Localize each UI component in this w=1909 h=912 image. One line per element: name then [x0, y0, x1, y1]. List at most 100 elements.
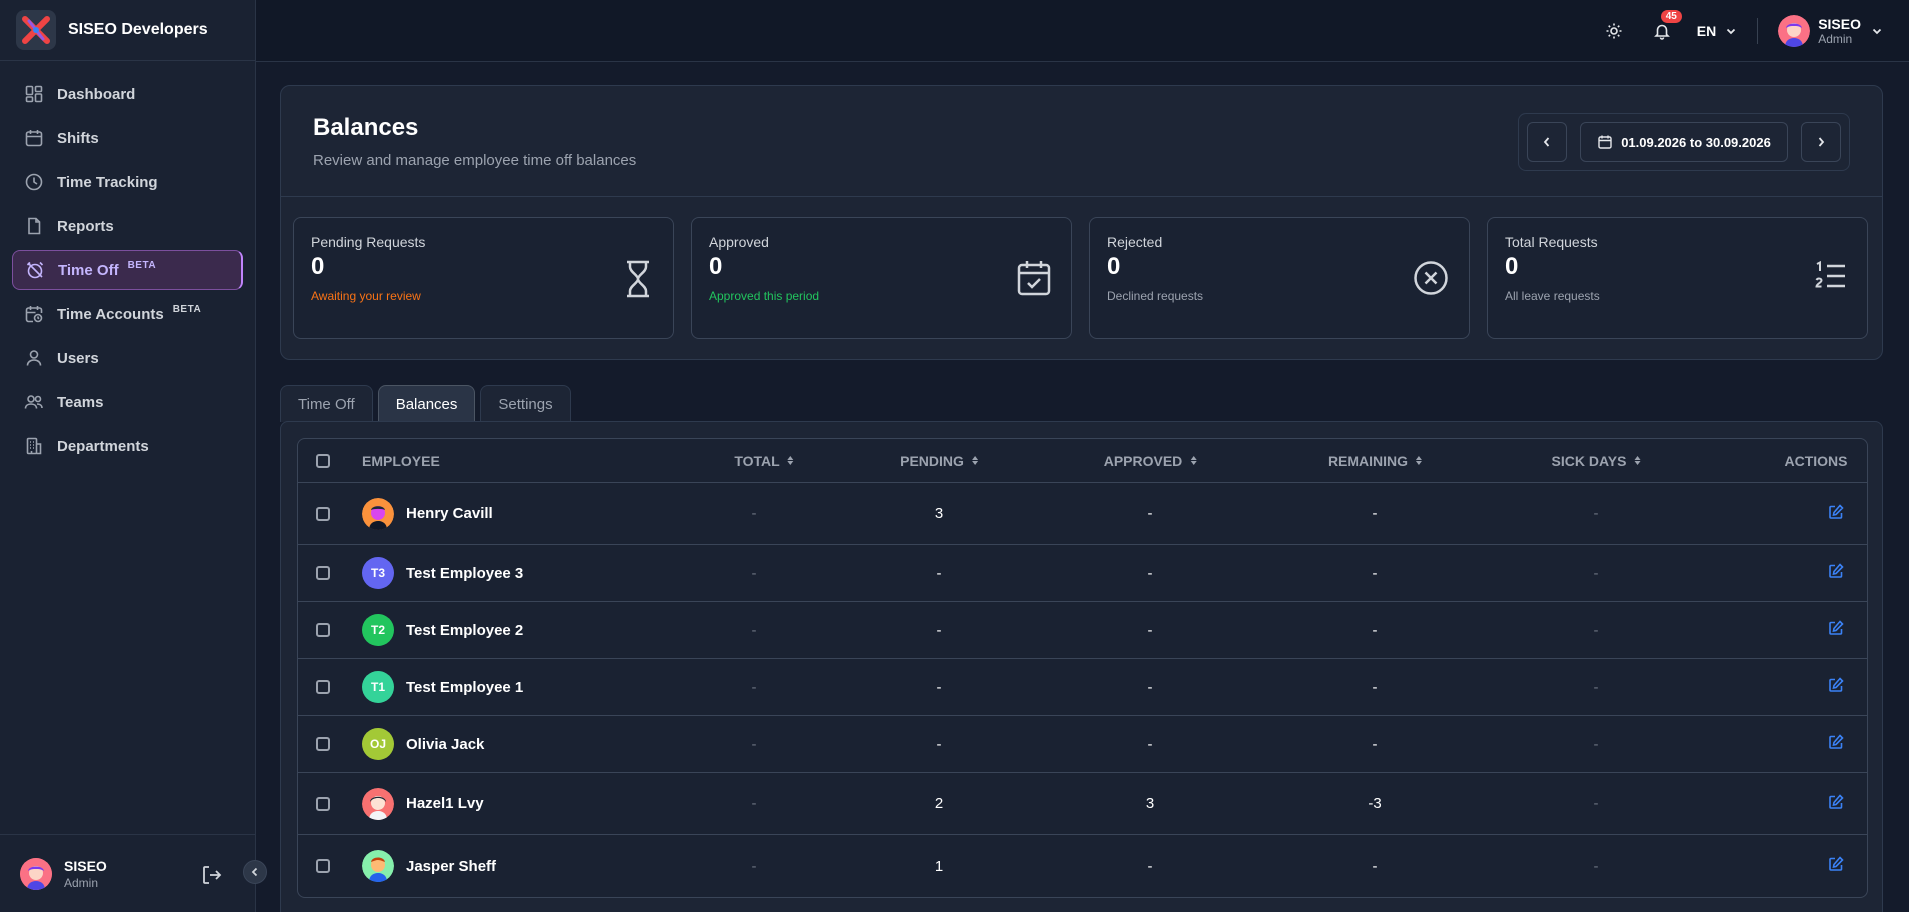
stat-label: Rejected: [1107, 234, 1163, 250]
brand[interactable]: SISEO Developers: [0, 0, 255, 61]
employee-name: Test Employee 2: [406, 621, 524, 639]
clock-icon: [25, 173, 43, 191]
sidebar-item-reports[interactable]: Reports: [12, 206, 243, 246]
sort-icon: [787, 456, 794, 465]
logout-icon[interactable]: [200, 863, 224, 892]
select-all-checkbox[interactable]: [316, 453, 330, 468]
notifications-button[interactable]: 45: [1653, 9, 1682, 40]
edit-icon[interactable]: [1828, 563, 1844, 583]
stat-note: All leave requests: [1505, 289, 1600, 303]
avatar[interactable]: [20, 857, 52, 890]
sidebar-nav: Dashboard Shifts Time Tracking Reports T…: [0, 61, 255, 483]
sort-icon: [1634, 456, 1641, 465]
employee-cell: T3 Test Employee 3: [362, 557, 523, 589]
total-cell: -: [751, 735, 757, 753]
pending-cell: -: [936, 735, 942, 753]
sidebar-item-teams[interactable]: Teams: [12, 382, 243, 422]
balances-table-container: EMPLOYEE TOTAL PENDING APPROVED REMAININ…: [280, 421, 1883, 912]
collapse-sidebar-button[interactable]: [243, 860, 267, 884]
date-range-button[interactable]: 01.09.2026 to 30.09.2026: [1580, 122, 1788, 162]
edit-icon[interactable]: [1828, 677, 1844, 697]
remaining-cell: -: [1372, 678, 1378, 696]
sidebar-item-shifts[interactable]: Shifts: [12, 118, 243, 158]
sidebar-item-time-off[interactable]: Time Off BETA: [12, 250, 243, 290]
stat-label: Pending Requests: [311, 234, 426, 250]
row-checkbox[interactable]: [316, 796, 330, 811]
edit-icon[interactable]: [1828, 503, 1844, 524]
employee-name: Test Employee 1: [406, 678, 524, 696]
sidebar-item-dashboard[interactable]: Dashboard: [12, 74, 243, 114]
sidebar-user-name: SISEO: [64, 857, 107, 874]
edit-icon[interactable]: [1828, 793, 1844, 814]
language-label: EN: [1696, 22, 1717, 39]
chevron-right-icon: [1818, 137, 1825, 147]
tab-balances[interactable]: Balances: [377, 385, 476, 422]
employee-cell: Hazel1 Lvy: [362, 787, 484, 820]
calendar-clock-icon: [25, 306, 43, 323]
user-menu[interactable]: SISEO Admin: [1778, 14, 1883, 47]
header-label: SICK DAYS: [1551, 452, 1627, 469]
pending-cell: -: [936, 564, 942, 582]
previous-period-button[interactable]: [1527, 122, 1567, 162]
row-checkbox[interactable]: [316, 680, 330, 694]
page-title: Balances: [313, 114, 419, 141]
remaining-cell: -: [1372, 735, 1378, 753]
approved-cell: -: [1147, 857, 1153, 875]
chevron-down-icon: [1727, 28, 1736, 34]
language-select[interactable]: EN: [1697, 23, 1737, 39]
sidebar-footer: SISEO Admin: [0, 834, 255, 912]
topbar-user-role: Admin: [1818, 31, 1853, 46]
stat-value: 0: [311, 253, 325, 280]
calendar-check-icon: [1017, 260, 1051, 301]
sick-days-cell: -: [1593, 857, 1599, 875]
sidebar-item-label: Reports: [57, 217, 114, 235]
edit-icon[interactable]: [1828, 734, 1844, 754]
stat-label: Total Requests: [1505, 234, 1598, 250]
employee-name: Hazel1 Lvy: [406, 795, 484, 812]
next-period-button[interactable]: [1801, 122, 1841, 162]
sidebar-user-role: Admin: [64, 875, 99, 890]
sidebar-item-users[interactable]: Users: [12, 338, 243, 378]
header-pending[interactable]: PENDING: [900, 453, 978, 469]
beta-badge: BETA: [127, 259, 157, 271]
bell-icon: [1653, 24, 1670, 40]
sick-days-cell: -: [1593, 564, 1599, 582]
row-checkbox[interactable]: [316, 737, 330, 751]
stat-note: Approved this period: [709, 289, 820, 303]
stat-value: 0: [1107, 253, 1121, 280]
date-range-picker: 01.09.2026 to 30.09.2026: [1518, 113, 1850, 171]
pending-cell: 1: [934, 857, 944, 875]
edit-icon[interactable]: [1828, 620, 1844, 640]
tab-time-off[interactable]: Time Off: [280, 385, 373, 422]
sort-icon: [1416, 456, 1423, 465]
tab-bar: Time Off Balances Settings: [280, 385, 576, 422]
header-approved[interactable]: APPROVED: [1104, 453, 1197, 469]
sidebar-item-time-accounts[interactable]: Time Accounts BETA: [12, 294, 243, 334]
sidebar-item-label: Shifts: [57, 129, 99, 147]
header-remaining[interactable]: REMAINING: [1328, 453, 1423, 469]
row-checkbox[interactable]: [316, 506, 330, 521]
sidebar-item-departments[interactable]: Departments: [12, 426, 243, 466]
sidebar-item-label: Users: [57, 349, 99, 367]
report-icon: [28, 217, 41, 235]
employee-name: Jasper Sheff: [406, 857, 497, 875]
sidebar-item-time-tracking[interactable]: Time Tracking: [12, 162, 243, 202]
employee-name: Henry Cavill: [406, 505, 493, 522]
row-checkbox[interactable]: [316, 623, 330, 637]
header-total[interactable]: TOTAL: [734, 452, 794, 469]
building-icon: [26, 437, 42, 455]
theme-toggle-icon[interactable]: [1605, 22, 1623, 40]
tab-settings[interactable]: Settings: [480, 385, 571, 422]
table-row: T1 Test Employee 1 - - - - -: [298, 659, 1867, 716]
stat-card-rejected: Rejected 0 Declined requests: [1089, 217, 1470, 339]
avatar: [1778, 14, 1811, 47]
employee-name: Olivia Jack: [406, 735, 485, 753]
header-sick-days[interactable]: SICK DAYS: [1552, 453, 1641, 469]
header-label: TOTAL: [734, 452, 780, 469]
row-checkbox[interactable]: [316, 566, 330, 580]
stat-value: 0: [1505, 253, 1519, 280]
sick-days-cell: -: [1593, 505, 1599, 522]
edit-icon[interactable]: [1828, 856, 1844, 876]
sick-days-cell: -: [1593, 678, 1599, 696]
row-checkbox[interactable]: [316, 859, 330, 873]
